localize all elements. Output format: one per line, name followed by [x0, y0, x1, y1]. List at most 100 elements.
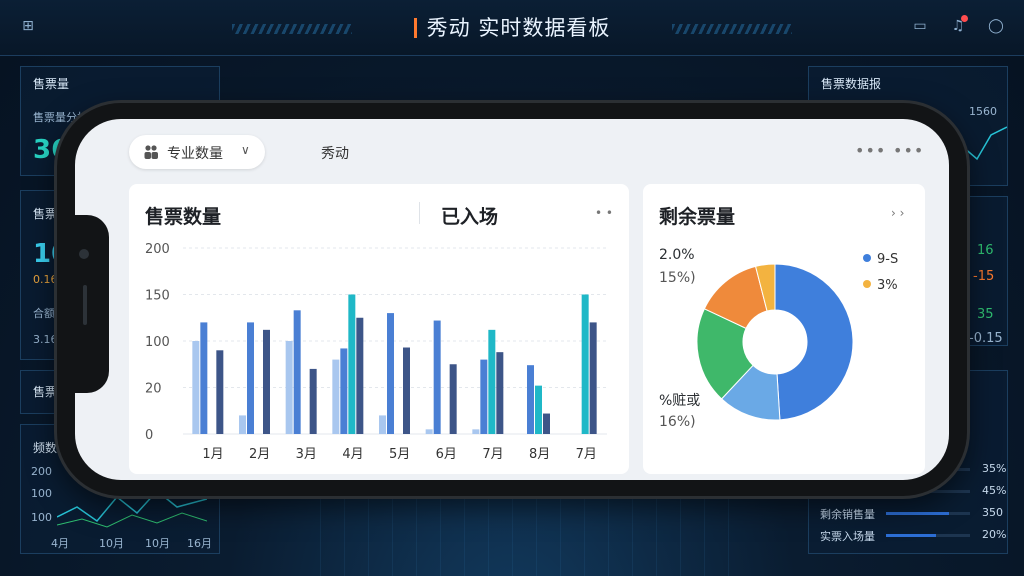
- bar: [496, 352, 504, 434]
- user-icon[interactable]: ◯: [988, 18, 1004, 34]
- bar: [488, 329, 496, 434]
- app-topbar: 专业数量 ∨ 秀动 ••• •••: [75, 119, 949, 179]
- camera-icon: [79, 249, 89, 259]
- x-tick-label: 6月: [436, 447, 457, 462]
- bar: [379, 415, 386, 434]
- legend-swatch: [863, 254, 871, 262]
- pie-label-percent: 15%): [659, 270, 696, 286]
- stat-value: 20%: [982, 528, 1007, 541]
- stat-track: [886, 512, 970, 515]
- panel-value: 16: [977, 243, 994, 258]
- remaining-tickets-card: 剩余票量 › › 2.0% 15%) %赃或 16%) 9-S 3%: [643, 184, 925, 474]
- stat-label: 实票入场量: [820, 530, 875, 543]
- card-title: 剩余票量: [659, 206, 736, 228]
- notification-dot: [961, 15, 968, 22]
- axis-tick: 10月: [99, 537, 124, 550]
- bar: [589, 322, 597, 434]
- y-tick-label: 150: [145, 289, 170, 304]
- bar: [387, 313, 394, 434]
- bar: [535, 385, 542, 434]
- bar: [247, 322, 254, 434]
- bar: [216, 350, 224, 434]
- bar: [348, 294, 356, 434]
- bar: [480, 359, 488, 434]
- bar: [200, 322, 208, 434]
- x-tick-label: 5月: [389, 447, 410, 462]
- bar: [449, 364, 457, 434]
- y-tick-label: 100: [145, 335, 170, 350]
- stat-label: 剩余销售量: [820, 508, 875, 521]
- panel-value: 3.16: [33, 333, 58, 346]
- more-icon[interactable]: › ›: [891, 206, 904, 220]
- x-tick-label: 4月: [342, 447, 363, 462]
- panel-title: 频数: [33, 441, 58, 455]
- x-tick-label: 1月: [202, 447, 223, 462]
- dropdown-label: 专业数量: [167, 146, 223, 162]
- dashboard-title-text: 秀动 实时数据看板: [426, 16, 611, 40]
- axis-tick: 100: [31, 487, 52, 500]
- panel-label: 合额: [33, 307, 55, 320]
- bar: [356, 317, 364, 434]
- phone-screen: 专业数量 ∨ 秀动 ••• ••• 售票数量 已入场 • • 0 20 100 150…: [75, 119, 949, 480]
- speaker-grille: [83, 285, 87, 325]
- y-tick-label: 200: [145, 242, 170, 257]
- axis-tick: 100: [31, 511, 52, 524]
- pie-label-percent: 16%): [659, 414, 696, 430]
- bar: [403, 347, 410, 434]
- bar: [332, 359, 340, 434]
- bar: [433, 320, 441, 434]
- chevron-down-icon: ∨: [241, 143, 250, 157]
- panel-value: -0.15: [969, 331, 1003, 346]
- y-tick-label: 0: [145, 428, 153, 443]
- people-icon: [144, 145, 158, 159]
- donut-chart: [696, 263, 854, 421]
- bar-chart: 0 20 100 150 200 1月 2月 3月 4月 5月 6月 7月 8月 7月: [145, 242, 607, 462]
- sales-chart-card: 售票数量 已入场 • • 0 20 100 150 200 1月 2月 3月 4月 5月 6月 7月 8…: [129, 184, 629, 474]
- stat-value: 350: [982, 506, 1003, 519]
- phone-notch: [57, 215, 109, 393]
- x-tick-label: 3月: [296, 447, 317, 462]
- more-icon[interactable]: •••: [893, 141, 924, 160]
- more-icon[interactable]: •••: [855, 141, 886, 160]
- bar: [239, 415, 246, 434]
- axis-tick: 4月: [51, 537, 69, 550]
- bar: [192, 341, 200, 434]
- panel-title: 售票量: [33, 77, 70, 91]
- legend-swatch: [863, 280, 871, 288]
- phone-frame: 专业数量 ∨ 秀动 ••• ••• 售票数量 已入场 • • 0 20 100 150…: [57, 103, 967, 496]
- panel-value: 35: [977, 307, 994, 322]
- title-accent-bar: [413, 18, 417, 38]
- pie-label-value: 2.0%: [659, 247, 695, 263]
- legend-text: 9-S: [877, 252, 899, 267]
- x-tick-label: 8月: [529, 447, 550, 462]
- legend-item: 9-S: [863, 252, 898, 267]
- axis-tick: 10月: [145, 537, 170, 550]
- panel-title: 售票数据报: [821, 77, 882, 91]
- bar: [340, 348, 348, 434]
- legend-text: 3%: [877, 278, 898, 293]
- legend-item: 3%: [863, 278, 898, 293]
- bar: [309, 368, 317, 434]
- app-name: 秀动: [321, 146, 349, 162]
- bar: [581, 294, 589, 434]
- grid-menu-icon[interactable]: ⊞: [20, 18, 36, 34]
- bar: [527, 365, 534, 434]
- panel-value: -15: [973, 269, 995, 284]
- donut-slice: [774, 263, 854, 421]
- y-tick-label: 20: [145, 382, 162, 397]
- dashboard-title: 秀动 实时数据看板: [0, 12, 1024, 42]
- panel-value: 0.16: [33, 273, 58, 286]
- bar: [263, 329, 270, 434]
- stat-value: 45%: [982, 484, 1007, 497]
- bar: [285, 341, 293, 434]
- bar: [543, 413, 550, 434]
- category-dropdown[interactable]: 专业数量 ∨: [129, 135, 265, 169]
- stat-fill: [886, 534, 937, 537]
- panel-title: 售票: [33, 385, 58, 399]
- message-icon[interactable]: ▭: [912, 18, 928, 34]
- bar: [425, 429, 433, 434]
- axis-tick: 200: [31, 465, 52, 478]
- x-tick-label: 7月: [576, 447, 597, 462]
- stat-fill: [886, 512, 949, 515]
- stat-value: 35%: [982, 462, 1007, 475]
